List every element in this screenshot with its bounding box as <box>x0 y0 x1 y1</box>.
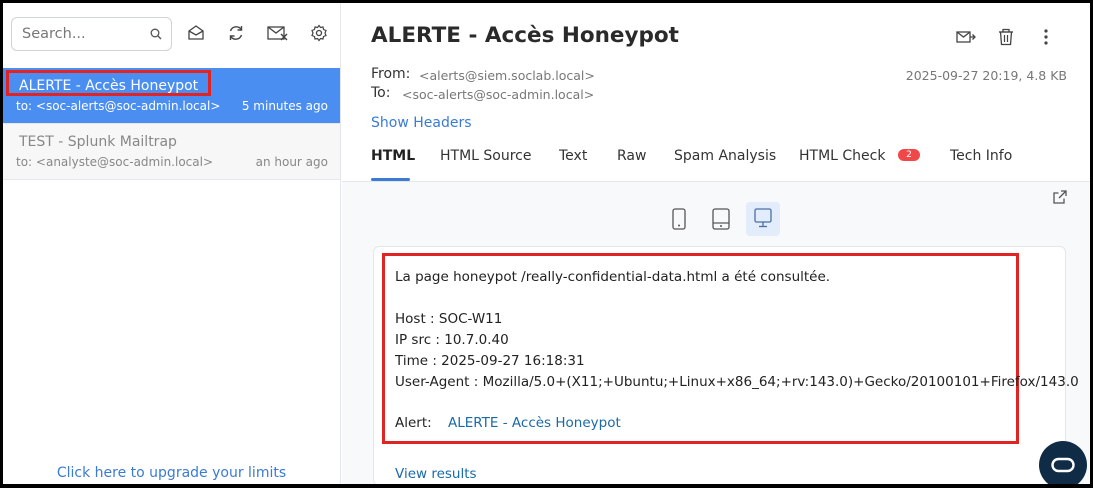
list-toolbar: Search... <box>3 3 341 65</box>
tab-raw[interactable]: Raw <box>617 148 646 164</box>
search-icon <box>150 28 162 40</box>
message-list-pane: Search... ALERTE - Accès Honeypot to: <s… <box>3 3 341 484</box>
to-label: To: <box>371 85 391 101</box>
body-host: Host : SOC-W11 <box>395 311 503 327</box>
tab-spam-analysis[interactable]: Spam Analysis <box>674 148 776 164</box>
message-recipient: to: <analyste@soc-admin.local> <box>16 155 213 169</box>
desktop-icon[interactable] <box>746 202 780 236</box>
message-tabs: HTML HTML Source Text Raw Spam Analysis … <box>371 148 1071 181</box>
tablet-icon[interactable] <box>704 202 738 236</box>
tab-tech-info[interactable]: Tech Info <box>950 148 1012 164</box>
mobile-icon[interactable] <box>662 202 696 236</box>
trash-icon[interactable] <box>997 27 1019 49</box>
tab-text[interactable]: Text <box>559 148 587 164</box>
message-time: 5 minutes ago <box>241 99 328 113</box>
from-label: From: <box>371 66 411 82</box>
body-ip: IP src : 10.7.0.40 <box>395 332 509 348</box>
html-check-badge: 2 <box>898 149 920 161</box>
message-meta: 2025-09-27 20:19, 4.8 KB <box>905 68 1067 83</box>
settings-icon[interactable] <box>310 24 330 44</box>
upgrade-link[interactable]: Click here to upgrade your limits <box>3 465 340 481</box>
search-input[interactable]: Search... <box>11 17 172 51</box>
message-time: an hour ago <box>255 155 328 169</box>
open-external-icon[interactable] <box>1053 189 1067 208</box>
message-recipient: to: <soc-alerts@soc-admin.local> <box>16 99 221 113</box>
message-list-item[interactable]: ALERTE - Accès Honeypot to: <soc-alerts@… <box>3 68 340 124</box>
mark-read-icon[interactable] <box>187 24 207 44</box>
search-placeholder: Search... <box>22 26 86 42</box>
alert-link[interactable]: ALERTE - Accès Honeypot <box>448 415 621 431</box>
message-subject: TEST - Splunk Mailtrap <box>19 134 177 150</box>
body-alert-label: Alert: <box>395 415 432 431</box>
message-subject: ALERTE - Accès Honeypot <box>19 78 199 94</box>
body-line: La page honeypot /really-confidential-da… <box>395 269 831 285</box>
body-user-agent: User-Agent : Mozilla/5.0+(X11;+Ubuntu;+L… <box>395 374 1079 390</box>
delete-all-icon[interactable] <box>267 24 288 44</box>
show-headers-link[interactable]: Show Headers <box>371 115 472 131</box>
from-address: <alerts@siem.soclab.local> <box>419 68 595 83</box>
message-list-item[interactable]: TEST - Splunk Mailtrap to: <analyste@soc… <box>3 124 340 180</box>
view-results-link[interactable]: View results <box>395 466 477 482</box>
tab-html-check[interactable]: HTML Check <box>799 148 885 164</box>
app-window: Search... ALERTE - Accès Honeypot to: <s… <box>0 0 1093 488</box>
link-icon <box>1051 457 1075 473</box>
message-title: ALERTE - Accès Honeypot <box>371 23 679 48</box>
more-vert-icon[interactable] <box>1038 27 1060 49</box>
chat-fab-button[interactable] <box>1039 441 1087 484</box>
to-address: <soc-alerts@soc-admin.local> <box>402 87 595 102</box>
message-view-pane: ALERTE - Accès Honeypot From: <alerts@si… <box>342 3 1090 484</box>
tab-html-source[interactable]: HTML Source <box>440 148 532 164</box>
body-time: Time : 2025-09-27 16:18:31 <box>395 353 585 369</box>
refresh-icon[interactable] <box>227 24 247 44</box>
forward-icon[interactable] <box>956 27 978 49</box>
tab-html[interactable]: HTML <box>371 148 415 164</box>
